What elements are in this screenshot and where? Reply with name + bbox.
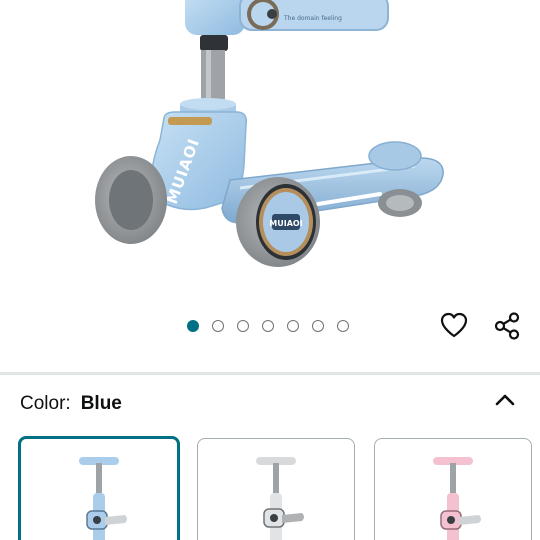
- color-swatch-grey[interactable]: [197, 438, 355, 540]
- carousel-dot-4[interactable]: [262, 320, 274, 332]
- scooter-pink-thumbnail: [433, 457, 481, 540]
- carousel-dot-6[interactable]: [312, 320, 324, 332]
- carousel-dot-1[interactable]: [187, 320, 199, 332]
- share-button[interactable]: [490, 309, 524, 343]
- scooter-blue-thumbnail: [79, 457, 127, 540]
- scooter-grey-thumbnail: [256, 457, 304, 540]
- chevron-up-icon: [495, 394, 515, 406]
- carousel-dot-7[interactable]: [337, 320, 349, 332]
- color-selector-header: Color: Blue: [20, 390, 122, 418]
- carousel-dot-2[interactable]: [212, 320, 224, 332]
- scooter-tagline: The domain feeling: [283, 15, 342, 22]
- heart-icon: [440, 312, 468, 338]
- color-swatch-pink[interactable]: [374, 438, 532, 540]
- image-carousel-dots: [187, 318, 349, 334]
- carousel-dot-5[interactable]: [287, 320, 299, 332]
- share-icon: [494, 312, 520, 340]
- scooter-illustration: The domain feeling MUIAOI MUIAOI: [95, 0, 444, 267]
- color-swatch-blue[interactable]: [18, 436, 180, 540]
- wheel-logo: MUIAOI: [269, 219, 302, 228]
- selected-color-value: Blue: [80, 393, 122, 414]
- collapse-color-options-button[interactable]: [490, 385, 520, 415]
- color-label: Color:: [20, 393, 71, 414]
- product-image[interactable]: The domain feeling MUIAOI MUIAOI: [0, 0, 540, 305]
- carousel-dot-3[interactable]: [237, 320, 249, 332]
- add-to-wishlist-button[interactable]: [437, 308, 471, 342]
- section-divider: [0, 372, 540, 375]
